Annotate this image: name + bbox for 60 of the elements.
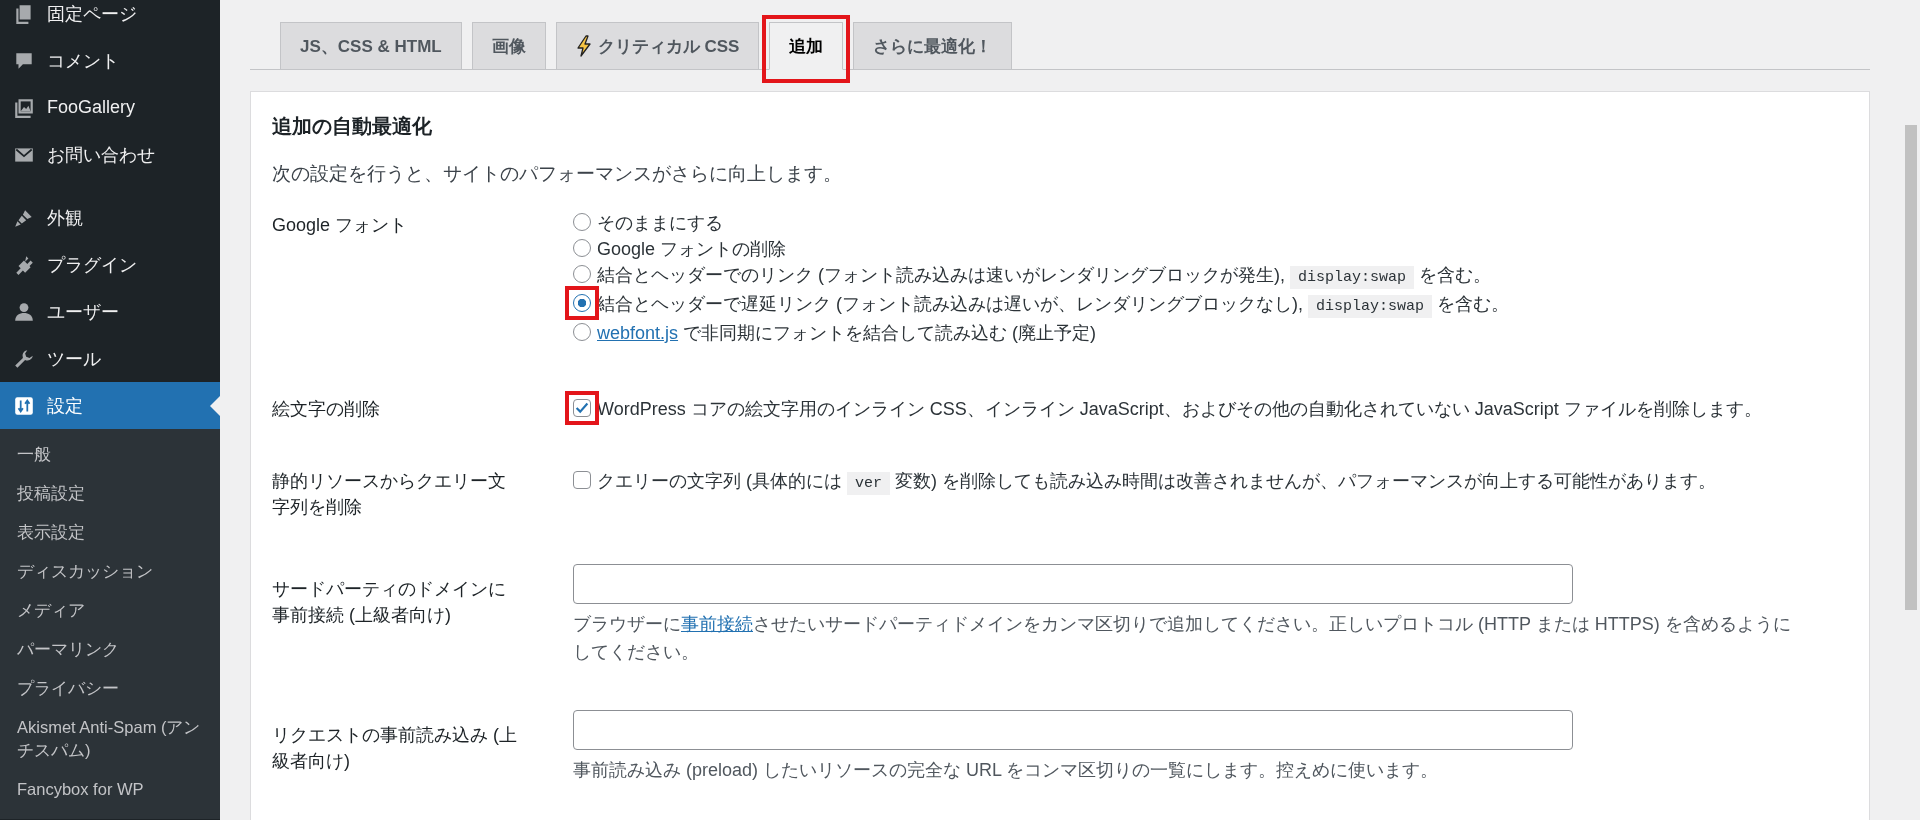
tab[interactable]: JS、CSS & HTML [280,22,462,70]
current-pointer-icon [210,396,220,416]
field-label: リクエストの事前読み込み (上級者向け) [272,724,518,773]
menu-item[interactable]: FooGallery [0,84,220,131]
settings-icon [13,394,35,417]
radio-button[interactable] [573,239,591,257]
submenu-item[interactable]: パーマリンク [0,630,220,669]
radio-button[interactable] [573,294,591,312]
submenu-item[interactable]: 投稿設定 [0,474,220,513]
option-label: そのままにする [597,212,723,235]
wrench-icon [13,347,35,370]
menu-item[interactable]: ツール [0,335,220,382]
menu-item[interactable]: プラグイン [0,241,220,288]
help-text: ブラウザーに事前接続させたいサードパーティドメインをカンマ区切りで追加してください。正しいプロトコル (HTTP または HTTPS) を含めるようにしてください。 [573,613,1792,664]
submenu-item[interactable]: プライバシー [0,669,220,708]
submenu-item[interactable]: 表示設定 [0,513,220,552]
option-label: 結合とヘッダーでのリンク (フォント読み込みは速いがレンダリングブロックが発生), display:swap を含む。 [597,262,1492,291]
person-icon [13,300,35,323]
menu-item[interactable]: 外観 [0,194,220,241]
submenu-item[interactable]: メディア [0,591,220,630]
code-snippet: display:swap [1308,295,1433,318]
plug-icon [13,253,35,276]
checkbox[interactable] [573,399,591,417]
input-field[interactable] [573,710,1573,750]
checkbox-label: WordPress コアの絵文字用のインライン CSS、インライン JavaScript、およびその他の自動化されていない JavaScript ファイルを削除します。 [597,398,1762,421]
field-label: Google フォント [272,214,409,237]
tab[interactable]: さらに最適化！ [853,22,1013,70]
help-text: 事前読み込み (preload) したいリソースの完全な URL をコンマ区切りの一覧にします。控えめに使います。 [573,759,1440,782]
menu-item[interactable]: ユーザー [0,288,220,335]
radio-button[interactable] [573,323,591,341]
code-snippet: display:swap [1290,266,1415,289]
code-snippet: ver [847,472,890,495]
lightning-icon [575,35,592,57]
section-description: 次の設定を行うと、サイトのパフォーマンスがさらに向上します。 [272,162,843,186]
tab[interactable]: 画像 [471,22,546,70]
text-link[interactable]: 事前接続 [681,614,753,634]
section-title: 追加の自動最適化 [272,114,433,139]
option-label: Google フォントの削除 [597,238,787,261]
field-label: 絵文字の削除 [272,398,381,421]
tab[interactable]: 追加 [769,22,844,70]
submenu-item[interactable]: Fancybox for WP [0,770,220,809]
tab[interactable]: クリティカル CSS [555,22,760,70]
submenu-item[interactable]: 一般 [0,435,220,474]
text-link[interactable]: webfont.js [597,323,679,343]
field-label: サードパーティのドメインに事前接続 (上級者向け) [272,578,507,627]
submenu-item[interactable]: ディスカッション [0,552,220,591]
radio-button[interactable] [573,213,591,231]
checkbox[interactable] [573,471,591,489]
radio-button[interactable] [573,265,591,283]
input-field[interactable] [573,564,1573,604]
menu-item[interactable]: お問い合わせ [0,131,220,178]
option-label: webfont.js で非同期にフォントを結合して読み込む (廃止予定) [597,322,1097,345]
menu-item[interactable]: 固定ページ [0,0,220,37]
menu-item[interactable]: コメント [0,37,220,84]
checkbox-label: クエリーの文字列 (具体的には ver 変数) を削除しても読み込み時間は改善されませんが、パフォーマンスが向上する可能性があります。 [597,468,1716,497]
scrollbar-thumb[interactable] [1905,125,1917,610]
submenu-item[interactable]: Akismet Anti-Spam (アンチスパム) [0,708,220,770]
menu-item[interactable]: 設定 [0,382,220,429]
field-label: 静的リソースからクエリー文字列を削除 [272,470,507,519]
gallery-icon [13,96,35,119]
